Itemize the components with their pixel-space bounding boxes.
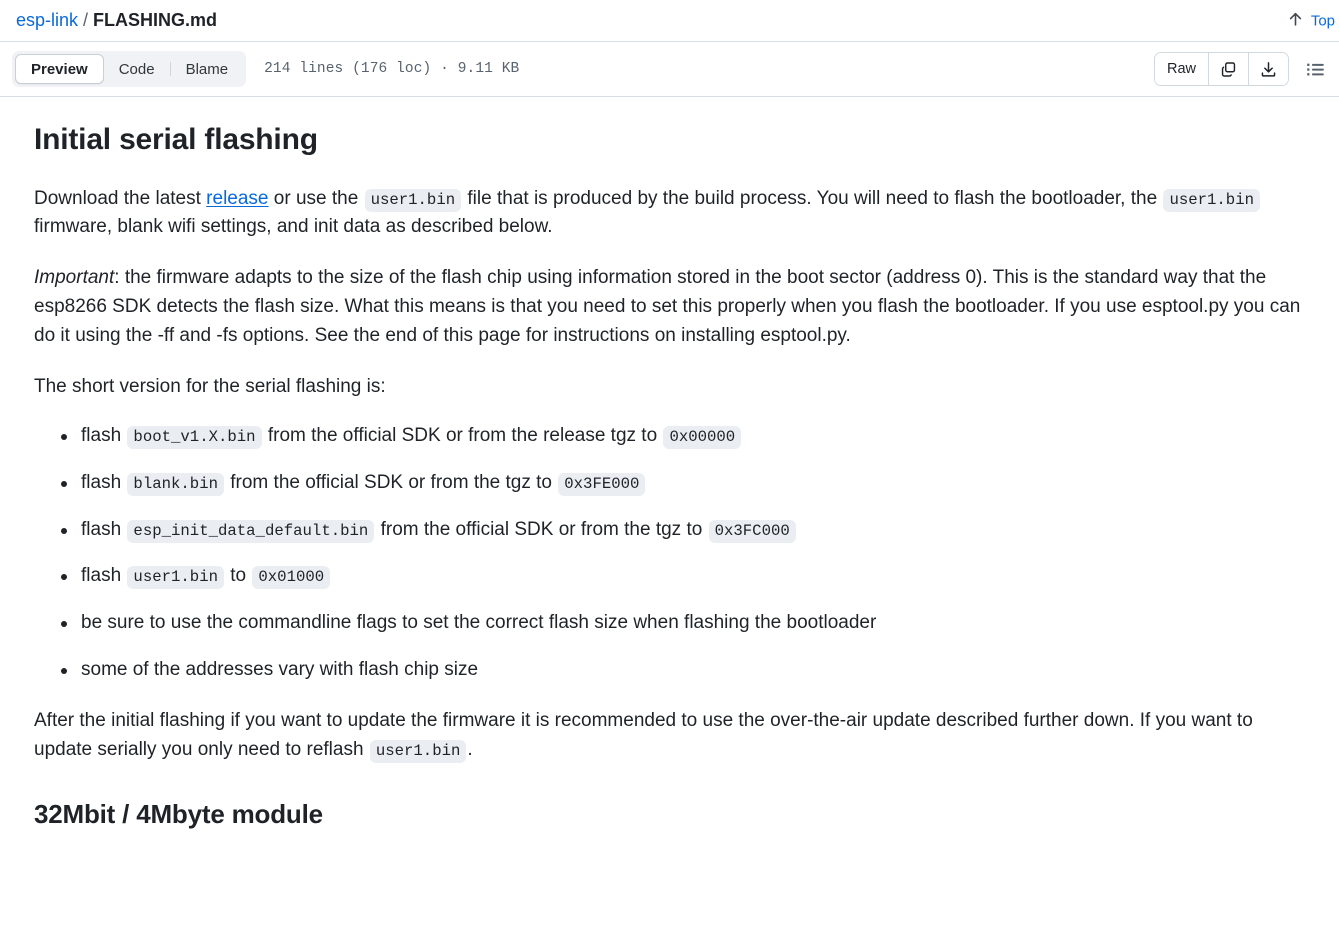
raw-button[interactable]: Raw [1154,53,1208,85]
paragraph-important: Important: the firmware adapts to the si… [34,264,1305,351]
li3-mid: to [224,565,252,587]
p4-text-1: After the initial flashing if you want t… [34,710,1253,760]
code-esp-init-data-default-bin: esp_init_data_default.bin [127,519,375,543]
breadcrumb-repo-link[interactable]: esp-link [16,9,78,32]
paragraph-after-flashing: After the initial flashing if you want t… [34,707,1305,765]
li1-mid: from the official SDK or from the tgz to [224,471,558,493]
flash-steps-list: flash boot_v1.X.bin from the official SD… [34,422,1305,685]
li0-pre: flash [81,424,127,446]
paragraph-download: Download the latest release or use the u… [34,185,1305,243]
breadcrumb-separator: / [83,9,89,30]
list-item: flash user1.bin to 0x01000 [61,562,1305,591]
li1-pre: flash [81,471,127,493]
download-icon[interactable] [1248,53,1288,85]
list-item: flash blank.bin from the official SDK or… [61,469,1305,498]
raw-copy-download-group: Raw [1153,52,1289,86]
code-user1-bin-a: user1.bin [364,188,462,212]
li4-text: be sure to use the commandline flags to … [81,612,877,634]
code-blank-bin: blank.bin [127,472,224,496]
code-addr-0x3fc000: 0x3FC000 [708,519,796,543]
breadcrumb: esp-link / FLASHING.md [16,9,217,32]
tab-preview[interactable]: Preview [15,54,104,84]
back-to-top-link[interactable]: Top [1287,10,1339,31]
p1-text-4: firmware, blank wifi settings, and init … [34,216,553,238]
file-stats: 214 lines (176 loc) · 9.11 KB [264,61,520,77]
li0-mid: from the official SDK or from the releas… [262,424,663,446]
breadcrumb-bar: esp-link / FLASHING.md Top [0,0,1339,41]
paragraph-short-version: The short version for the serial flashin… [34,375,386,397]
back-to-top-label: Top [1310,12,1335,29]
p1-text-1: Download the latest [34,187,207,209]
code-boot-v1x-bin: boot_v1.X.bin [127,425,262,449]
code-addr-0x01000: 0x01000 [252,566,331,590]
li5-text: some of the addresses vary with flash ch… [81,659,479,681]
tab-code[interactable]: Code [104,54,170,84]
toolbar-actions: Raw [1153,52,1331,86]
code-user1-bin-c: user1.bin [127,566,224,590]
arrow-up-icon [1287,10,1304,31]
list-item: be sure to use the commandline flags to … [61,609,1305,638]
code-addr-0x3fe000: 0x3FE000 [558,472,646,496]
code-user1-bin-b: user1.bin [1163,188,1260,212]
list-item: flash esp_init_data_default.bin from the… [61,516,1305,545]
p2-text: : the firmware adapts to the size of the… [34,267,1301,346]
li2-pre: flash [81,518,127,540]
heading-initial-serial-flashing: Initial serial flashing [34,123,318,156]
file-preview-page: esp-link / FLASHING.md Top Preview Code … [0,0,1339,925]
li3-pre: flash [81,565,127,587]
code-user1-bin-d: user1.bin [369,739,467,763]
markdown-body: Initial serial flashing Download the lat… [0,97,1339,830]
copy-icon[interactable] [1208,53,1248,85]
breadcrumb-filename: FLASHING.md [93,9,218,30]
file-toolbar: Preview Code Blame 214 lines (176 loc) ·… [0,41,1339,97]
important-emphasis: Important [34,267,115,289]
list-item: flash boot_v1.X.bin from the official SD… [61,422,1305,451]
tab-blame[interactable]: Blame [171,54,244,84]
code-addr-0x00000: 0x00000 [663,425,742,449]
p4-text-2: . [467,738,473,760]
p1-text-2: or use the [268,187,364,209]
outline-list-icon[interactable] [1299,53,1331,85]
p1-text-3: file that is produced by the build proce… [462,187,1163,209]
list-item: some of the addresses vary with flash ch… [61,656,1305,685]
view-mode-segmented-control: Preview Code Blame [12,51,247,87]
release-link[interactable]: release [206,188,268,209]
heading-32mbit-module: 32Mbit / 4Mbyte module [34,798,323,829]
li2-mid: from the official SDK or from the tgz to [375,518,708,540]
